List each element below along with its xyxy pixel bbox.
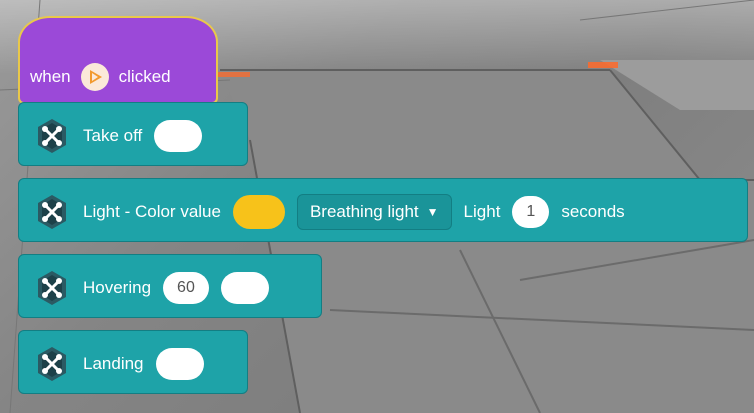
when-label: when — [30, 67, 71, 86]
light-mode-dropdown[interactable]: Breathing light ▼ — [296, 194, 452, 230]
color-swatch[interactable] — [232, 195, 285, 229]
play-flag-icon — [80, 63, 109, 91]
hovering-extra-input[interactable] — [220, 272, 269, 304]
landing-block[interactable]: Landing — [18, 330, 248, 394]
when-clicked-block[interactable]: when clicked — [18, 16, 218, 104]
seconds-label: seconds — [561, 202, 625, 221]
clicked-label: clicked — [118, 67, 171, 86]
landing-label: Landing — [83, 354, 144, 373]
drone-icon — [33, 193, 71, 231]
light-color-block[interactable]: Light - Color value Breathing light ▼ Li… — [18, 178, 748, 242]
landing-input[interactable] — [155, 348, 204, 380]
drone-icon — [33, 345, 71, 383]
duration-input[interactable]: 1 — [512, 196, 550, 228]
hovering-value-input[interactable]: 60 — [163, 272, 209, 304]
hovering-block[interactable]: Hovering 60 — [18, 254, 322, 318]
light-label: Light — [463, 202, 501, 221]
chevron-down-icon: ▼ — [426, 205, 439, 219]
drone-icon — [33, 269, 71, 307]
take-off-label: Take off — [83, 126, 143, 145]
light-color-label: Light - Color value — [83, 202, 221, 221]
light-mode-value: Breathing light — [309, 202, 419, 221]
take-off-block[interactable]: Take off — [18, 102, 248, 166]
hovering-label: Hovering — [83, 278, 152, 297]
workspace-canvas[interactable]: when clicked Take off Light - Color valu… — [0, 0, 754, 413]
drone-icon — [33, 117, 71, 155]
take-off-input[interactable] — [154, 120, 203, 152]
